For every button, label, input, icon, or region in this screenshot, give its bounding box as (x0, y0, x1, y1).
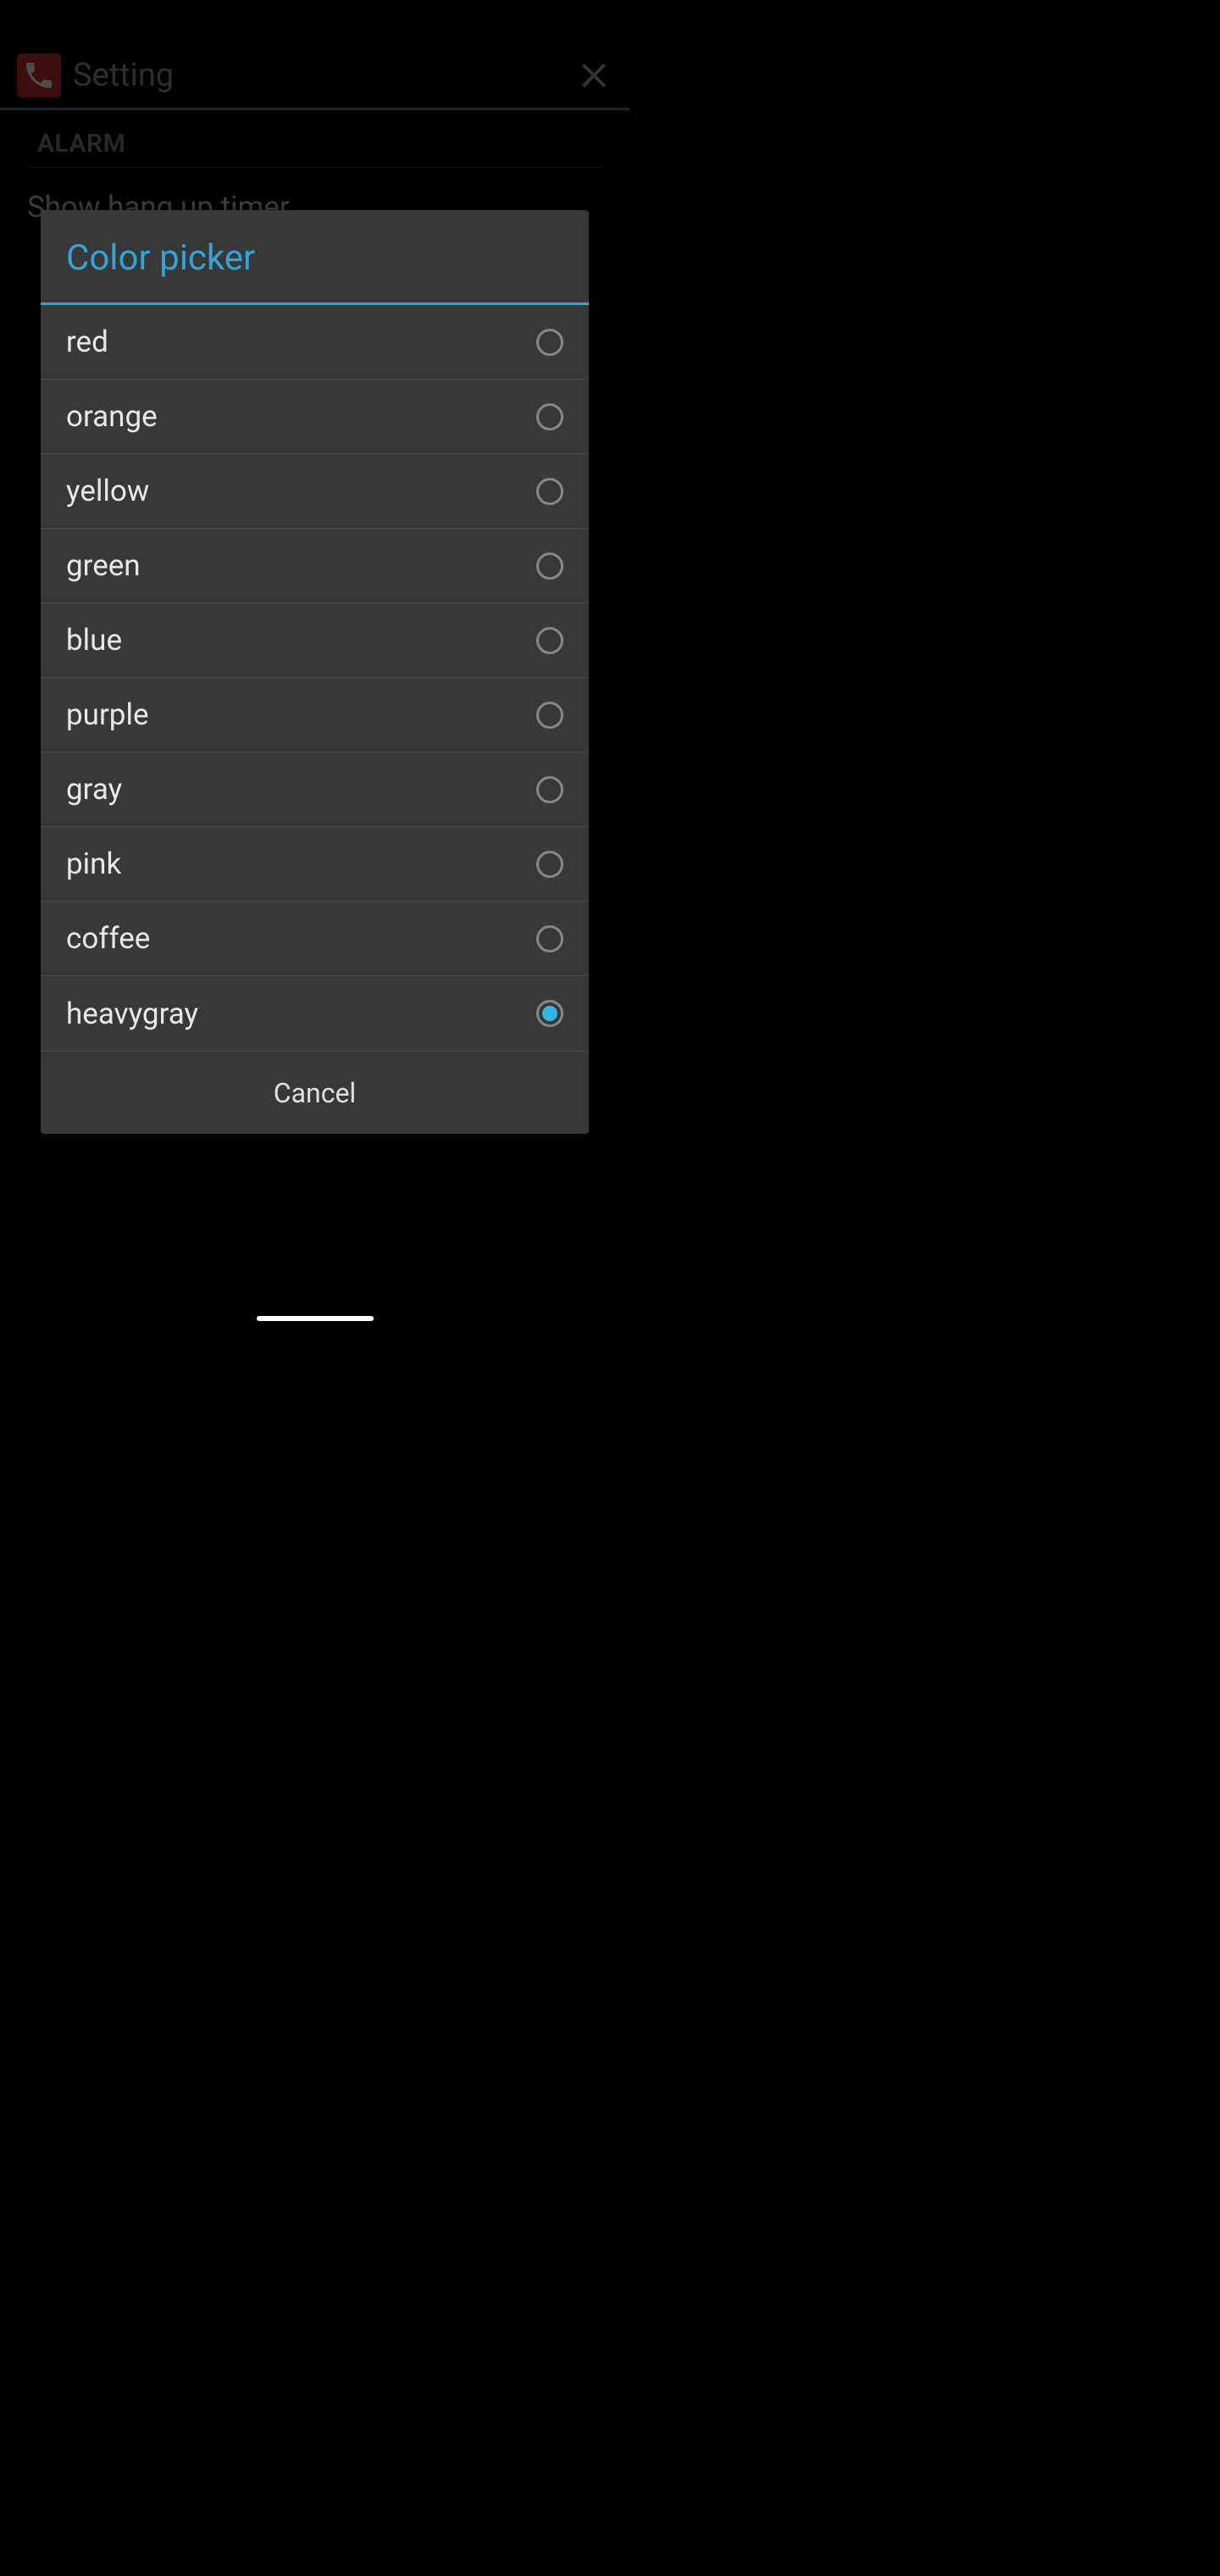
radio-icon (536, 702, 563, 729)
color-option-label: coffee (66, 921, 150, 956)
radio-icon (536, 925, 563, 952)
color-option-gray[interactable]: gray (41, 752, 589, 827)
radio-icon (536, 851, 563, 878)
color-option-label: green (66, 548, 141, 583)
color-option-label: red (66, 325, 108, 359)
color-option-orange[interactable]: orange (41, 380, 589, 454)
color-option-label: pink (66, 847, 121, 881)
radio-icon (536, 403, 563, 430)
radio-icon (536, 776, 563, 803)
color-option-heavygray[interactable]: heavygray (41, 976, 589, 1051)
color-option-pink[interactable]: pink (41, 827, 589, 902)
color-options-list: red orange yellow green blue purple gray pink co… (41, 305, 589, 1051)
radio-icon (536, 329, 563, 356)
radio-icon (536, 552, 563, 580)
color-option-blue[interactable]: blue (41, 603, 589, 678)
color-option-label: heavygray (66, 997, 198, 1031)
color-option-red[interactable]: red (41, 305, 589, 380)
dialog-header: Color picker (41, 210, 589, 305)
cancel-button[interactable]: Cancel (41, 1051, 589, 1134)
color-option-label: orange (66, 399, 158, 434)
radio-icon (536, 1000, 563, 1027)
color-option-label: blue (66, 623, 122, 658)
color-picker-dialog: Color picker red orange yellow green blue pur… (41, 210, 589, 1134)
radio-icon (536, 478, 563, 505)
color-option-coffee[interactable]: coffee (41, 902, 589, 976)
color-option-yellow[interactable]: yellow (41, 454, 589, 529)
cancel-label: Cancel (274, 1077, 356, 1109)
color-option-label: purple (66, 697, 149, 732)
color-option-label: gray (66, 772, 122, 807)
radio-icon (536, 627, 563, 654)
color-option-purple[interactable]: purple (41, 678, 589, 752)
color-option-green[interactable]: green (41, 529, 589, 603)
nav-home-indicator[interactable] (257, 1316, 374, 1321)
dialog-title: Color picker (66, 237, 563, 279)
color-option-label: yellow (66, 474, 149, 508)
